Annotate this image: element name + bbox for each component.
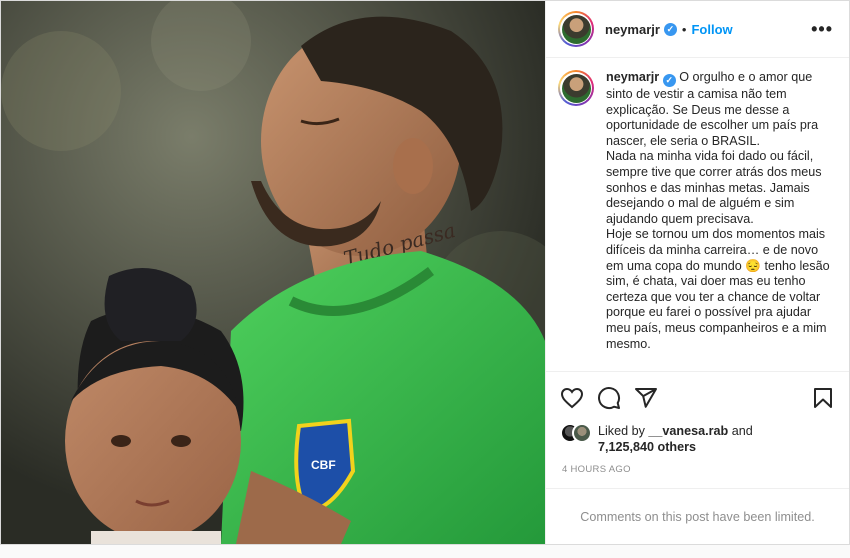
more-options-icon[interactable]: ••• — [811, 19, 833, 40]
author-avatar[interactable] — [558, 11, 594, 47]
verified-icon: ✓ — [663, 22, 677, 36]
follow-button[interactable]: Follow — [691, 22, 732, 37]
caption-username[interactable]: neymarjr — [606, 70, 659, 84]
caption-area[interactable]: neymarjr ✓ O orgulho e o amor que sinto … — [546, 58, 849, 371]
post-header: neymarjr ✓ • Follow ••• — [546, 1, 849, 58]
svg-text:CBF: CBF — [311, 458, 336, 472]
caption-body: O orgulho e o amor que sinto de vestir a… — [606, 70, 830, 351]
caption-text-block: neymarjr ✓ O orgulho e o amor que sinto … — [606, 70, 834, 371]
post-photo[interactable]: Tudo passa CBF — [1, 1, 545, 544]
likes-summary[interactable]: Liked by __vanesa.rab and 7,125,840 other… — [546, 423, 849, 459]
comment-icon[interactable] — [597, 386, 621, 410]
separator-dot: • — [681, 21, 687, 37]
liker-avatar — [572, 423, 592, 443]
action-bar — [546, 371, 849, 423]
comments-limited-notice: Comments on this post have been limited. — [546, 488, 849, 544]
caption-avatar[interactable] — [558, 70, 594, 106]
caption-verified-icon: ✓ — [662, 74, 676, 87]
instagram-post: Tudo passa CBF neymarjr ✓ • Follow ••• n… — [0, 0, 850, 545]
author-username[interactable]: neymarjr — [605, 22, 660, 37]
liker-avatars — [560, 423, 594, 443]
heart-icon[interactable] — [560, 386, 584, 410]
likes-text: Liked by __vanesa.rab and 7,125,840 other… — [598, 424, 753, 454]
post-timestamp[interactable]: 4 HOURS AGO — [546, 464, 849, 484]
bookmark-icon[interactable] — [811, 386, 835, 410]
likes-count[interactable]: 7,125,840 others — [598, 440, 696, 454]
post-photo-illustration: Tudo passa CBF — [1, 1, 545, 544]
post-sidebar: neymarjr ✓ • Follow ••• neymarjr ✓ O org… — [545, 1, 849, 544]
liker-username[interactable]: __vanesa.rab — [648, 424, 728, 438]
share-icon[interactable] — [634, 386, 658, 410]
